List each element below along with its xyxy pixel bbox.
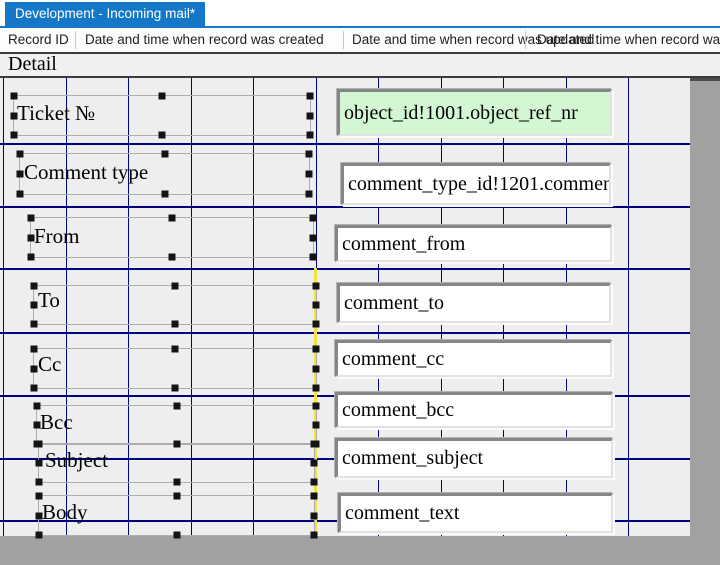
selection-handle[interactable]: [36, 493, 43, 500]
selection-handle[interactable]: [313, 365, 320, 372]
selection-handle[interactable]: [17, 151, 24, 158]
document-tab[interactable]: Development - Incoming mail*: [5, 2, 205, 26]
design-surface[interactable]: Ticket № Comment type From To Cc Bcc Sub…: [0, 78, 690, 536]
selection-handle[interactable]: [173, 403, 180, 410]
selection-handle[interactable]: [313, 283, 320, 290]
field-comment-to[interactable]: comment_to: [337, 283, 611, 323]
field-column-closed[interactable]: Date and time when record was clos: [537, 28, 720, 52]
label-ticket[interactable]: Ticket №: [17, 101, 95, 126]
selection-handle[interactable]: [169, 215, 176, 222]
selection-handle[interactable]: [28, 215, 35, 222]
selection-handle[interactable]: [172, 321, 179, 328]
selection-handle[interactable]: [172, 346, 179, 353]
field-comment-from[interactable]: comment_from: [335, 225, 612, 262]
field-columns-bar: Record ID Date and time when record was …: [0, 28, 720, 52]
label-comment-type[interactable]: Comment type: [24, 160, 148, 185]
grid-vline: [3, 78, 4, 536]
field-column-divider: [343, 31, 344, 49]
selection-handle[interactable]: [313, 385, 320, 392]
selection-handle[interactable]: [17, 191, 24, 198]
field-column-record-id[interactable]: Record ID: [8, 28, 69, 52]
selection-handle[interactable]: [311, 493, 318, 500]
selection-handle[interactable]: [159, 132, 166, 139]
selection-handle[interactable]: [161, 151, 168, 158]
field-column-created[interactable]: Date and time when record was created: [85, 28, 324, 52]
field-comment-cc[interactable]: comment_cc: [335, 340, 612, 377]
selection-handle[interactable]: [36, 479, 43, 486]
selection-handle[interactable]: [34, 403, 41, 410]
selection-handle[interactable]: [173, 493, 180, 500]
designer-workspace: Ticket № Comment type From To Cc Bcc Sub…: [0, 78, 720, 565]
label-subject[interactable]: Subject: [45, 448, 108, 473]
selection-handle[interactable]: [172, 385, 179, 392]
band-title: Detail: [8, 54, 57, 75]
selection-handle[interactable]: [172, 283, 179, 290]
selection-handle[interactable]: [311, 512, 318, 519]
tab-strip: Development - Incoming mail*: [0, 0, 720, 28]
selection-handle[interactable]: [31, 283, 38, 290]
selection-handle[interactable]: [311, 460, 318, 467]
label-body[interactable]: Body: [42, 500, 88, 525]
selection-handle[interactable]: [31, 302, 38, 309]
field-comment-bcc[interactable]: comment_bcc: [335, 392, 613, 428]
band-shadow: [690, 78, 720, 81]
selection-handle[interactable]: [169, 254, 176, 261]
selection-handle[interactable]: [311, 479, 318, 486]
selection-handle[interactable]: [307, 112, 314, 119]
selection-cc-label[interactable]: [33, 348, 317, 389]
label-from[interactable]: From: [34, 224, 80, 249]
selection-handle[interactable]: [311, 441, 318, 448]
selection-handle[interactable]: [28, 254, 35, 261]
label-cc[interactable]: Cc: [38, 352, 61, 377]
selection-handle[interactable]: [310, 234, 317, 241]
selection-handle[interactable]: [159, 93, 166, 100]
selection-handle[interactable]: [17, 171, 24, 178]
grid-vline: [628, 78, 629, 536]
grid-hline: [0, 206, 690, 208]
selection-handle[interactable]: [31, 365, 38, 372]
selection-handle[interactable]: [313, 403, 320, 410]
selection-handle[interactable]: [36, 460, 43, 467]
selection-handle[interactable]: [311, 532, 318, 539]
field-comment-type[interactable]: comment_type_id!1201.commen: [341, 163, 611, 205]
field-comment-text[interactable]: comment_text: [338, 493, 613, 533]
grid-hline: [0, 143, 690, 145]
selection-handle[interactable]: [313, 302, 320, 309]
grid-hline: [0, 332, 690, 334]
selection-handle[interactable]: [11, 132, 18, 139]
selection-handle[interactable]: [36, 532, 43, 539]
selection-handle[interactable]: [31, 321, 38, 328]
field-comment-subject[interactable]: comment_subject: [335, 438, 613, 478]
selection-to-label[interactable]: [33, 285, 317, 325]
selection-handle[interactable]: [31, 346, 38, 353]
selection-handle[interactable]: [313, 422, 320, 429]
selection-handle[interactable]: [310, 254, 317, 261]
selection-handle[interactable]: [307, 93, 314, 100]
detail-band-header[interactable]: Detail: [0, 52, 720, 78]
selection-handle[interactable]: [306, 151, 313, 158]
field-column-divider: [75, 31, 76, 49]
field-column-divider: [525, 31, 526, 49]
label-to[interactable]: To: [38, 288, 60, 313]
field-object-ref-nr[interactable]: object_id!1001.object_ref_nr: [337, 89, 612, 136]
selection-handle[interactable]: [11, 93, 18, 100]
selection-handle[interactable]: [306, 191, 313, 198]
selection-handle[interactable]: [313, 346, 320, 353]
grid-hline: [0, 268, 690, 270]
label-bcc[interactable]: Bcc: [40, 410, 73, 435]
selection-bcc-label[interactable]: [36, 405, 317, 445]
selection-handle[interactable]: [306, 171, 313, 178]
selection-handle[interactable]: [173, 441, 180, 448]
selection-handle[interactable]: [173, 479, 180, 486]
selection-handle[interactable]: [31, 385, 38, 392]
selection-handle[interactable]: [173, 532, 180, 539]
selection-handle[interactable]: [310, 215, 317, 222]
selection-handle[interactable]: [161, 191, 168, 198]
selection-handle[interactable]: [36, 441, 43, 448]
selection-handle[interactable]: [313, 321, 320, 328]
selection-handle[interactable]: [307, 132, 314, 139]
